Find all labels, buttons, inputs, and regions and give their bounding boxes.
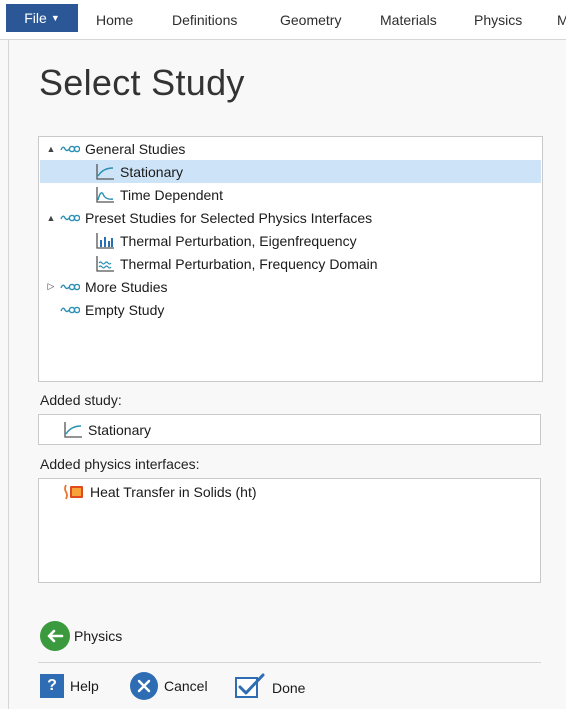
tree-item-label: Empty Study [85, 301, 165, 318]
expand-triangle-icon[interactable]: ▲ [46, 144, 56, 154]
study-tree[interactable]: ▲ General Studies Stationary Time Depend… [38, 136, 543, 382]
tab-home[interactable]: Home [96, 12, 133, 28]
tree-item-thermal-eigenfrequency[interactable]: Thermal Perturbation, Eigenfrequency [40, 229, 541, 252]
done-label: Done [272, 679, 306, 696]
added-physics-item[interactable]: Heat Transfer in Solids (ht) [63, 483, 257, 501]
tree-item-label: General Studies [85, 140, 186, 157]
stationary-icon [63, 421, 83, 439]
study-group-icon [60, 301, 80, 319]
added-study-item[interactable]: Stationary [63, 421, 151, 439]
added-physics-box[interactable]: Heat Transfer in Solids (ht) [38, 478, 541, 583]
tab-geometry[interactable]: Geometry [280, 12, 341, 28]
tab-materials[interactable]: Materials [380, 12, 437, 28]
footer-divider [38, 662, 541, 663]
back-to-physics-button[interactable]: Physics [40, 621, 122, 651]
ribbon-tabs: File ▼ Home Definitions Geometry Materia… [0, 0, 566, 40]
tree-item-label: More Studies [85, 278, 168, 295]
added-study-value: Stationary [88, 422, 152, 438]
tree-item-stationary[interactable]: Stationary [40, 160, 541, 183]
close-icon [130, 672, 158, 700]
tab-mesh[interactable]: M [557, 12, 566, 28]
help-label: Help [70, 678, 99, 694]
arrow-left-icon [40, 621, 70, 651]
tree-item-preset-studies[interactable]: ▲ Preset Studies for Selected Physics In… [40, 206, 541, 229]
tree-item-label: Thermal Perturbation, Frequency Domain [120, 255, 378, 272]
added-study-label: Added study: [40, 392, 122, 408]
eigenfrequency-icon [95, 232, 115, 250]
study-group-icon [60, 140, 80, 158]
added-study-box[interactable]: Stationary [38, 414, 541, 445]
frequency-domain-icon [95, 255, 115, 273]
tree-item-label: Stationary [120, 163, 184, 180]
cancel-button[interactable]: Cancel [130, 672, 208, 700]
tab-definitions[interactable]: Definitions [172, 12, 237, 28]
collapsed-triangle-icon[interactable]: ▷ [46, 281, 56, 292]
added-physics-label: Added physics interfaces: [40, 456, 200, 472]
study-group-icon [60, 278, 80, 296]
stationary-icon [95, 163, 115, 181]
study-group-icon [60, 209, 80, 227]
tree-item-more-studies[interactable]: ▷ More Studies [40, 275, 541, 298]
caret-down-icon: ▼ [50, 13, 60, 23]
tree-item-thermal-frequency-domain[interactable]: Thermal Perturbation, Frequency Domain [40, 252, 541, 275]
help-icon: ? [40, 674, 64, 698]
file-menu-label: File [24, 10, 47, 26]
heat-transfer-icon [63, 483, 85, 501]
tab-physics[interactable]: Physics [474, 12, 522, 28]
tree-item-time-dependent[interactable]: Time Dependent [40, 183, 541, 206]
back-label: Physics [74, 628, 123, 644]
checkbox-check-icon [234, 672, 266, 703]
expand-triangle-icon[interactable]: ▲ [46, 213, 56, 223]
done-button[interactable]: Done [234, 672, 305, 703]
page-title: Select Study [39, 62, 245, 103]
file-menu-button[interactable]: File ▼ [6, 4, 78, 32]
tree-item-general-studies[interactable]: ▲ General Studies [40, 137, 541, 160]
added-physics-value: Heat Transfer in Solids (ht) [90, 484, 257, 500]
tree-item-label: Preset Studies for Selected Physics Inte… [85, 209, 373, 226]
tree-item-label: Thermal Perturbation, Eigenfrequency [120, 232, 357, 249]
help-button[interactable]: ? Help [40, 674, 99, 698]
select-study-panel: Select Study ▲ General Studies Stationar… [8, 40, 566, 709]
cancel-label: Cancel [164, 678, 208, 694]
time-dependent-icon [95, 186, 115, 204]
tree-item-empty-study[interactable]: Empty Study [40, 298, 541, 321]
tree-item-label: Time Dependent [120, 186, 223, 203]
